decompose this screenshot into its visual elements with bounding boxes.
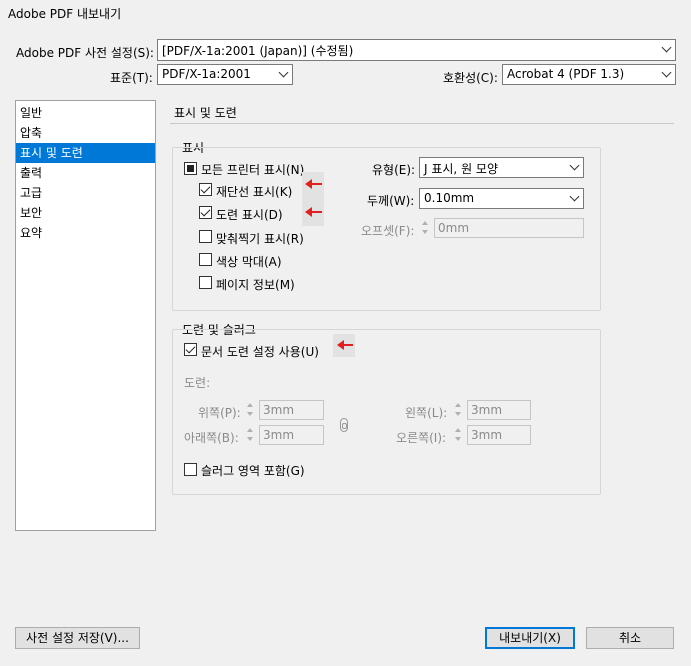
all-printer-marks-checkbox[interactable]: [184, 162, 197, 175]
standard-label: 표준(T):: [110, 71, 153, 85]
red-arrow-icon: [305, 207, 322, 217]
crop-marks-label: 재단선 표시(K): [216, 185, 293, 199]
compat-select[interactable]: Acrobat 4 (PDF 1.3): [502, 64, 676, 85]
save-preset-button[interactable]: 사전 설정 저장(V)...: [15, 627, 140, 649]
left-label: 왼쪽(L):: [405, 406, 448, 420]
top-spinner[interactable]: [245, 400, 257, 420]
cancel-button[interactable]: 취소: [586, 627, 674, 649]
sidebar-item-security[interactable]: 보안: [16, 203, 155, 223]
chevron-down-icon: [569, 191, 580, 202]
include-slug-checkbox[interactable]: [184, 463, 197, 476]
type-label: 유형(E):: [372, 163, 416, 177]
crop-marks-checkbox[interactable]: [199, 183, 212, 196]
sidebar-item-marks-bleeds[interactable]: 표시 및 도련: [16, 143, 155, 163]
bottom-input[interactable]: 3mm: [259, 425, 324, 445]
right-spinner[interactable]: [453, 425, 465, 445]
sidebar-item-advanced[interactable]: 고급: [16, 183, 155, 203]
color-bars-label: 색상 막대(A): [216, 255, 282, 269]
bottom-spinner[interactable]: [245, 425, 257, 445]
right-input[interactable]: 3mm: [467, 425, 531, 445]
bleed-marks-checkbox[interactable]: [199, 206, 212, 219]
type-select[interactable]: J 표시, 원 모양: [419, 157, 584, 178]
all-printer-marks-label: 모든 프린터 표시(N): [201, 163, 305, 177]
bleed-marks-label: 도련 표시(D): [216, 208, 283, 222]
sidebar-item-general[interactable]: 일반: [16, 103, 155, 123]
bleed-label: 도련:: [184, 376, 211, 390]
include-slug-label: 슬러그 영역 포함(G): [201, 464, 305, 478]
right-label: 오른쪽(I):: [396, 431, 447, 445]
sidebar-item-summary[interactable]: 요약: [16, 223, 155, 243]
weight-select[interactable]: 0.10mm: [419, 188, 584, 209]
left-spinner[interactable]: [453, 400, 465, 420]
sidebar-item-output[interactable]: 출력: [16, 163, 155, 183]
export-button[interactable]: 내보내기(X): [485, 627, 575, 649]
color-bars-checkbox[interactable]: [199, 253, 212, 266]
offset-label: 오프셋(F):: [361, 224, 415, 238]
sidebar-item-compression[interactable]: 압축: [16, 123, 155, 143]
standard-value: PDF/X-1a:2001: [162, 67, 251, 81]
weight-label: 두께(W):: [367, 194, 415, 208]
preset-label: Adobe PDF 사전 설정(S):: [16, 46, 154, 60]
chevron-down-icon: [569, 160, 580, 171]
preset-select[interactable]: [PDF/X-1a:2001 (Japan)] (수정됨): [157, 39, 676, 61]
section-divider: [170, 123, 674, 124]
chevron-down-icon: [278, 67, 289, 78]
use-doc-bleed-label: 문서 도련 설정 사용(U): [201, 345, 319, 359]
standard-select[interactable]: PDF/X-1a:2001: [157, 64, 293, 85]
bottom-label: 아래쪽(B):: [184, 431, 239, 445]
left-input[interactable]: 3mm: [467, 400, 531, 420]
type-value: J 표시, 원 모양: [424, 162, 498, 176]
top-label: 위쪽(P):: [198, 406, 241, 420]
offset-input[interactable]: 0mm: [434, 218, 584, 238]
compat-label: 호환성(C):: [443, 71, 498, 85]
page-info-label: 페이지 정보(M): [216, 278, 295, 292]
chevron-down-icon: [661, 42, 672, 53]
registration-marks-label: 맞춰찍기 표시(R): [216, 232, 304, 246]
compat-value: Acrobat 4 (PDF 1.3): [507, 67, 625, 81]
offset-spinner[interactable]: [420, 218, 432, 238]
link-chain-icon[interactable]: [340, 418, 348, 432]
window-title: Adobe PDF 내보내기: [8, 7, 122, 21]
preset-value: [PDF/X-1a:2001 (Japan)] (수정됨): [162, 44, 354, 58]
category-list: 일반 압축 표시 및 도련 출력 고급 보안 요약: [15, 100, 156, 531]
top-input[interactable]: 3mm: [259, 400, 324, 420]
red-arrow-icon: [337, 340, 353, 350]
weight-value: 0.10mm: [424, 191, 475, 205]
registration-marks-checkbox[interactable]: [199, 230, 212, 243]
use-doc-bleed-checkbox[interactable]: [184, 343, 197, 356]
red-arrow-icon: [305, 179, 322, 189]
section-title: 표시 및 도련: [174, 106, 237, 120]
chevron-down-icon: [661, 67, 672, 78]
page-info-checkbox[interactable]: [199, 276, 212, 289]
